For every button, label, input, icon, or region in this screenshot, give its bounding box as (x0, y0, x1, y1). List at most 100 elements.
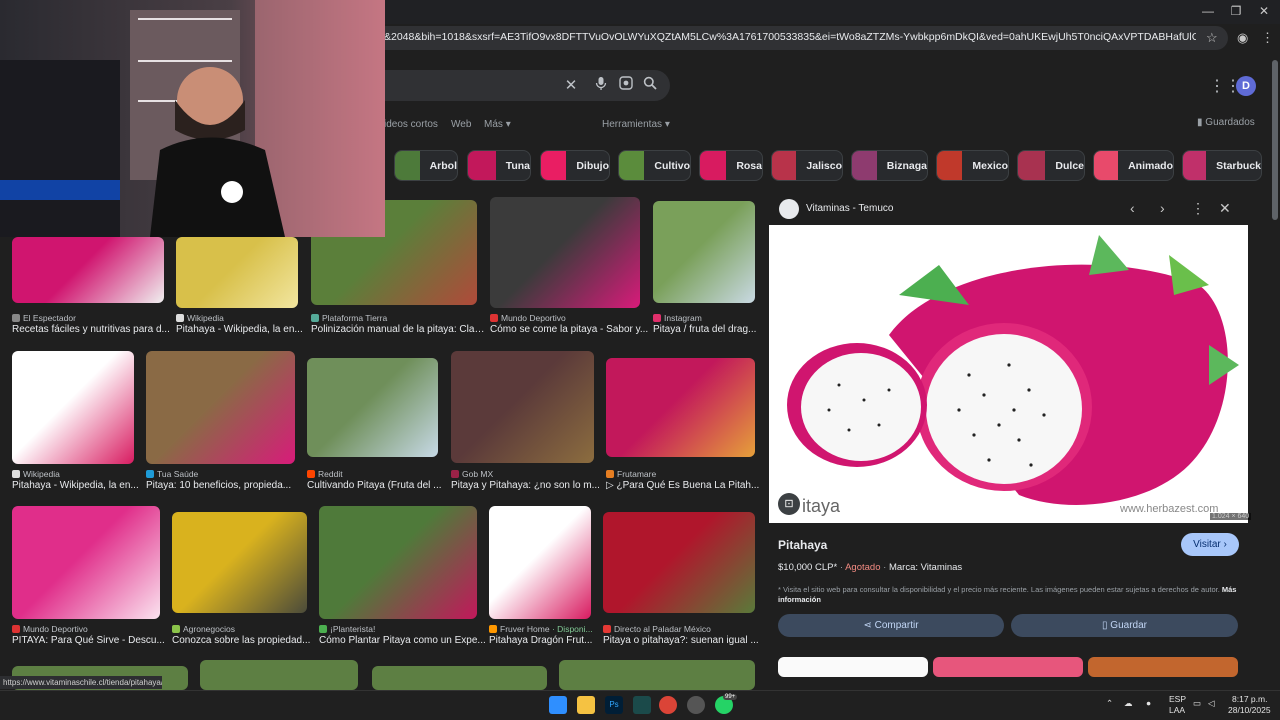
result-image[interactable] (451, 351, 594, 463)
previous-icon[interactable]: ‹ (1130, 200, 1135, 216)
result-title[interactable]: PITAYA: Para Qué Sirve - Descu... (12, 635, 170, 646)
url-text[interactable]: &2048&bih=1018&sxsrf=AE3TifO9vx8DFTTVuOv… (384, 31, 1196, 43)
result-source[interactable]: ¡Planterista! (319, 624, 485, 634)
result-title[interactable]: Pitahaya - Wikipedia, la en... (176, 324, 308, 335)
microphone-icon[interactable] (591, 76, 611, 95)
chip-8[interactable]: Dulce (1017, 150, 1085, 181)
result-image[interactable] (12, 506, 160, 619)
result-image[interactable] (12, 237, 164, 303)
chip-6[interactable]: Biznaga (851, 150, 928, 181)
clock-time[interactable]: 8:17 p.m. (1232, 694, 1267, 704)
chip-5[interactable]: Jalisco (771, 150, 843, 181)
app-icon[interactable] (633, 696, 651, 714)
result-title[interactable]: Cultivando Pitaya (Fruta del ... (307, 480, 448, 491)
result-source[interactable]: Instagram (653, 313, 763, 323)
minimize-icon[interactable]: — (1194, 4, 1222, 18)
tab-more[interactable]: Más ▾ (484, 119, 511, 130)
display-icon[interactable]: ▭ (1193, 698, 1201, 709)
clear-search-icon[interactable]: ✕ (561, 76, 581, 94)
result-source[interactable]: Reddit (307, 469, 446, 479)
bookmark-star-icon[interactable]: ☆ (1206, 30, 1218, 46)
result-image[interactable] (653, 201, 755, 303)
chip-1[interactable]: Tuna (467, 150, 531, 181)
chrome-icon[interactable] (659, 696, 677, 714)
result-image[interactable] (200, 660, 358, 690)
result-source[interactable]: Directo al Paladar México (603, 624, 763, 634)
chatgpt-icon[interactable] (687, 696, 705, 714)
chip-7[interactable]: Mexico (936, 150, 1009, 181)
result-title[interactable]: Pitahaya - Wikipedia, la en... (12, 480, 144, 491)
result-image[interactable] (319, 506, 477, 619)
lens-search-icon[interactable]: ⊡ (778, 493, 800, 515)
result-source[interactable]: Plataforma Tierra (311, 313, 485, 323)
related-image[interactable] (933, 657, 1083, 677)
restore-icon[interactable]: ❐ (1222, 4, 1250, 18)
result-source[interactable]: Fruver Home · Disponi... (489, 624, 599, 634)
result-image[interactable] (176, 237, 298, 308)
result-source[interactable]: Mundo Deportivo (12, 624, 168, 634)
tools-button[interactable]: Herramientas ▾ (602, 119, 670, 130)
volume-icon[interactable]: ◁ (1208, 698, 1215, 709)
page-scrollbar[interactable] (1272, 60, 1278, 220)
lens-icon[interactable] (616, 76, 636, 94)
result-title[interactable]: Pitaya / fruta del drag... (653, 324, 765, 335)
result-source[interactable]: Gob MX (451, 469, 602, 479)
close-window-icon[interactable]: ✕ (1250, 4, 1278, 18)
result-title[interactable]: Pitaya y Pitahaya: ¿no son lo m... (451, 480, 604, 491)
result-image[interactable] (307, 358, 438, 457)
result-image[interactable] (172, 512, 307, 613)
chip-10[interactable]: Starbuck (1182, 150, 1262, 181)
result-title[interactable]: Polinización manual de la pitaya: Clav..… (311, 324, 487, 335)
result-source[interactable]: Mundo Deportivo (490, 313, 648, 323)
result-image[interactable] (559, 660, 755, 690)
microphone-tray-icon[interactable]: ● (1146, 698, 1151, 708)
result-image[interactable] (606, 358, 755, 457)
result-title[interactable]: Recetas fáciles y nutritivas para d... (12, 324, 174, 335)
related-image[interactable] (1088, 657, 1238, 677)
tab-videos[interactable]: ideos cortos (384, 119, 438, 130)
windows-start-icon[interactable] (549, 696, 567, 714)
next-icon[interactable]: › (1160, 200, 1165, 216)
tray-expand-icon[interactable]: ⌃ (1106, 698, 1113, 709)
share-button[interactable]: ⋖ Compartir (778, 614, 1004, 637)
language-code[interactable]: ESP (1169, 694, 1186, 704)
saved-link[interactable]: ▮ Guardados (1197, 117, 1255, 128)
result-source[interactable]: El Espectador (12, 313, 172, 323)
result-image[interactable] (603, 512, 755, 613)
search-icon[interactable] (640, 76, 660, 94)
result-title[interactable]: Pitaya: 10 beneficios, propieda... (146, 480, 305, 491)
avatar[interactable]: D (1236, 76, 1256, 96)
photoshop-icon[interactable]: Ps (605, 696, 623, 714)
related-image[interactable] (778, 657, 928, 677)
tab-web[interactable]: Web (451, 119, 471, 130)
preview-image[interactable] (769, 225, 1248, 523)
keyboard-layout[interactable]: LAA (1169, 705, 1185, 715)
result-source[interactable]: Frutamare (606, 469, 763, 479)
result-title[interactable]: Cómo Plantar Pitaya como un Expe... (319, 635, 487, 646)
save-button[interactable]: ▯ Guardar (1011, 614, 1238, 637)
product-title[interactable]: Pitahaya (778, 538, 827, 552)
chip-3[interactable]: Cultivo (618, 150, 691, 181)
result-source[interactable]: Wikipedia (176, 313, 306, 323)
result-title[interactable]: Cómo se come la pitaya - Sabor y... (490, 324, 650, 335)
chip-4[interactable]: Rosa (699, 150, 763, 181)
clock-date[interactable]: 28/10/2025 (1228, 705, 1271, 715)
result-image[interactable] (372, 666, 547, 690)
file-explorer-icon[interactable] (577, 696, 595, 714)
chip-9[interactable]: Animado (1093, 150, 1174, 181)
more-options-icon[interactable]: ⋮ (1191, 200, 1205, 217)
result-image[interactable] (12, 351, 134, 464)
result-image[interactable] (490, 197, 640, 308)
chip-2[interactable]: Dibujo (540, 150, 610, 181)
profile-icon[interactable]: ◉ (1237, 30, 1248, 46)
close-preview-icon[interactable]: ✕ (1219, 200, 1231, 217)
result-image[interactable] (489, 506, 591, 619)
result-image[interactable] (146, 351, 295, 464)
menu-kebab-icon[interactable]: ⋮ (1261, 30, 1274, 46)
visit-button[interactable]: Visitar › (1181, 533, 1239, 556)
result-source[interactable]: Wikipedia (12, 469, 142, 479)
result-title[interactable]: Conozca sobre las propiedad... (172, 635, 317, 646)
result-source[interactable]: Agronegocios (172, 624, 315, 634)
result-title[interactable]: Pitahaya Dragón Frut... (489, 635, 601, 646)
onedrive-icon[interactable]: ☁ (1124, 698, 1133, 709)
